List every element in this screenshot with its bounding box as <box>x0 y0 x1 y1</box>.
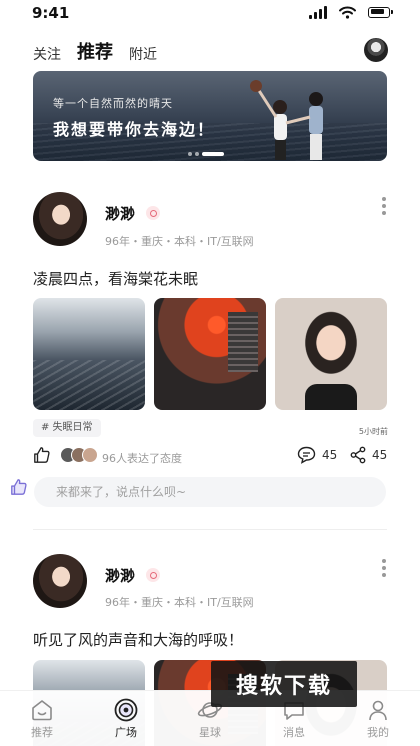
nav-label: 推荐 <box>31 726 53 739</box>
promo-banner[interactable]: 等一个自然而然的晴天 我想要带你去海边！ <box>33 71 387 161</box>
tab-nearby[interactable]: 附近 <box>129 44 157 64</box>
share-count: 45 <box>372 448 388 462</box>
comment-button[interactable]: 45 <box>297 446 337 464</box>
status-bar: 9:41 <box>0 0 420 28</box>
wifi-icon <box>339 6 356 19</box>
nav-plaza[interactable]: 广场 <box>84 691 168 746</box>
banner-title: 我想要带你去海边！ <box>53 120 216 139</box>
tab-following[interactable]: 关注 <box>33 44 61 64</box>
post-author-avatar[interactable] <box>33 192 87 246</box>
profile-icon <box>369 700 387 721</box>
nav-label: 我的 <box>367 726 389 739</box>
status-icons <box>309 5 393 19</box>
nav-label: 消息 <box>283 726 305 739</box>
status-time: 9:41 <box>32 4 70 22</box>
pager-dot <box>195 152 199 156</box>
bottom-nav: 推荐 广场 星球 消息 我的 <box>0 690 420 746</box>
post-text: 听见了风的声音和大海的呼吸！ <box>33 631 244 649</box>
pager-dot-active <box>202 152 224 156</box>
reactor-avatar <box>82 447 98 463</box>
user-avatar[interactable] <box>364 38 388 62</box>
tab-recommend[interactable]: 推荐 <box>77 38 113 64</box>
topic-tag[interactable]: # 失眠日常 <box>33 419 101 437</box>
more-options-icon[interactable] <box>382 559 386 577</box>
signal-icon <box>309 5 327 19</box>
couple-illustration <box>250 80 323 160</box>
watermark-text: 搜软下载 <box>235 674 332 699</box>
floating-like-icon[interactable] <box>10 478 28 496</box>
post-author-meta: 96年・重庆・本科・IT/互联网 <box>105 235 254 248</box>
battery-icon <box>368 6 393 18</box>
nav-label: 星球 <box>199 726 221 739</box>
post-photo-sunset[interactable] <box>154 298 266 410</box>
top-tabs: 关注 推荐 附近 <box>33 38 157 64</box>
comment-icon <box>297 446 316 464</box>
post-author-avatar[interactable] <box>33 554 87 608</box>
share-icon <box>350 446 366 464</box>
banner-pager <box>188 152 224 156</box>
post-time: 5小时前 <box>358 427 388 436</box>
plaza-icon <box>114 698 138 722</box>
post-text: 凌晨四点，看海棠花未眠 <box>33 270 199 288</box>
like-icon[interactable] <box>33 446 51 464</box>
watermark: 搜软下载 <box>211 661 357 707</box>
verified-badge-icon <box>146 568 160 582</box>
banner-subtitle: 等一个自然而然的晴天 <box>53 97 173 110</box>
home-icon <box>32 700 52 721</box>
post-photo-city[interactable] <box>33 298 145 410</box>
comment-count: 45 <box>322 448 338 462</box>
comment-input[interactable] <box>34 477 386 507</box>
post-author-name[interactable]: 渺渺 <box>105 203 135 224</box>
share-button[interactable]: 45 <box>350 446 387 464</box>
post-photo-girl[interactable] <box>275 298 387 410</box>
reactions-summary[interactable]: 96人表达了态度 <box>102 450 182 466</box>
pager-dot <box>188 152 192 156</box>
post-author-meta: 96年・重庆・本科・IT/互联网 <box>105 596 254 609</box>
nav-recommend[interactable]: 推荐 <box>0 691 84 746</box>
post-divider <box>33 529 387 530</box>
post-author-name[interactable]: 渺渺 <box>105 565 135 586</box>
more-options-icon[interactable] <box>382 197 386 215</box>
verified-badge-icon <box>146 206 160 220</box>
nav-label: 广场 <box>115 726 137 739</box>
